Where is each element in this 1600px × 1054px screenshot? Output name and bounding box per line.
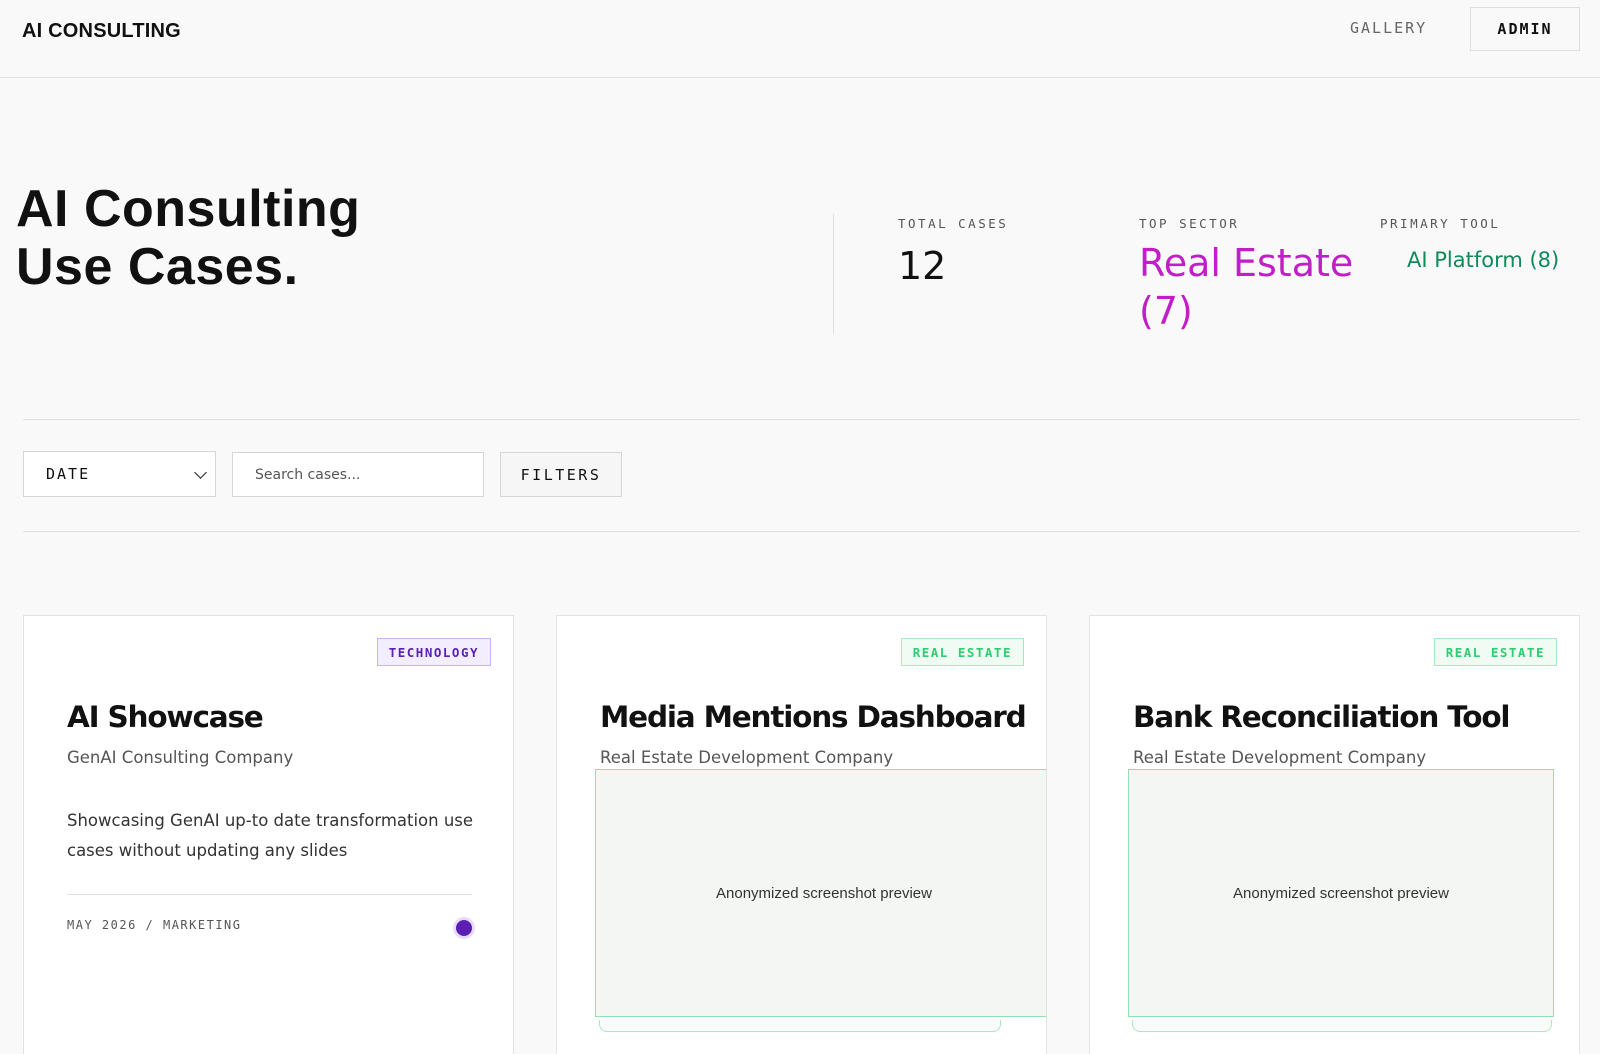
preview-placeholder-text: Anonymized screenshot preview: [716, 884, 932, 902]
card-description: Showcasing GenAI up-to date transformati…: [67, 811, 474, 860]
stat-top-sector: TOP SECTOR Real Estate (7): [1139, 216, 1359, 335]
preview-thumbnail-strip: [1132, 1020, 1552, 1032]
brand-logo[interactable]: AI CONSULTING: [22, 20, 181, 43]
page-title-line-1: AI Consulting: [16, 180, 361, 238]
top-nav-bar: AI CONSULTING GALLERY ADMIN: [0, 0, 1600, 78]
screenshot-preview: Anonymized screenshot preview: [1128, 769, 1554, 1017]
card-title: Bank Reconciliation Tool: [1133, 700, 1510, 734]
search-input[interactable]: [232, 452, 484, 497]
status-dot-icon: [456, 920, 472, 936]
card-separator: [67, 894, 472, 895]
card-company: Real Estate Development Company: [1133, 748, 1427, 767]
chevron-down-icon: [194, 466, 207, 479]
divider-top: [23, 419, 1580, 420]
stats-divider: [833, 214, 834, 334]
nav-gallery-link[interactable]: GALLERY: [1350, 19, 1427, 37]
nav-admin-button[interactable]: ADMIN: [1470, 7, 1580, 51]
page-title-line-2: Use Cases.: [16, 238, 299, 296]
card-company: GenAI Consulting Company: [67, 748, 294, 767]
sort-select[interactable]: DATE: [23, 451, 216, 497]
stat-total-cases: TOTAL CASES 12: [898, 216, 1008, 288]
stat-total-label: TOTAL CASES: [898, 216, 1009, 231]
divider-bottom: [23, 531, 1580, 532]
card-company: Real Estate Development Company: [600, 748, 894, 767]
card-title: AI Showcase: [67, 700, 264, 734]
filters-button[interactable]: FILTERS: [500, 452, 622, 497]
case-card-ai-showcase[interactable]: TECHNOLOGY AI Showcase GenAI Consulting …: [23, 615, 514, 1054]
stat-sector-label: TOP SECTOR: [1139, 216, 1240, 231]
stat-sector-value: Real Estate (7): [1139, 241, 1354, 333]
card-title: Media Mentions Dashboard: [600, 700, 1027, 734]
stat-primary-tool: PRIMARY TOOL AI Platform (8): [1380, 216, 1559, 272]
page-title: AI Consulting Use Cases.: [16, 180, 360, 296]
preview-placeholder-text: Anonymized screenshot preview: [1233, 884, 1449, 902]
case-card-bank-reconciliation[interactable]: REAL ESTATE Bank Reconciliation Tool Rea…: [1089, 615, 1580, 1054]
stat-tool-value: AI Platform (8): [1407, 248, 1560, 272]
stat-total-value: 12: [898, 244, 947, 288]
sector-badge: REAL ESTATE: [1433, 638, 1557, 666]
card-meta: MAY 2026 / MARKETING: [67, 918, 242, 932]
stat-tool-label: PRIMARY TOOL: [1380, 216, 1501, 231]
sort-select-value: DATE: [46, 465, 91, 483]
screenshot-preview: Anonymized screenshot preview: [595, 769, 1046, 1017]
sector-badge: TECHNOLOGY: [376, 638, 491, 666]
case-card-media-mentions[interactable]: REAL ESTATE Media Mentions Dashboard Rea…: [556, 615, 1047, 1054]
preview-thumbnail-strip: [599, 1020, 1001, 1032]
sector-badge: REAL ESTATE: [900, 638, 1024, 666]
